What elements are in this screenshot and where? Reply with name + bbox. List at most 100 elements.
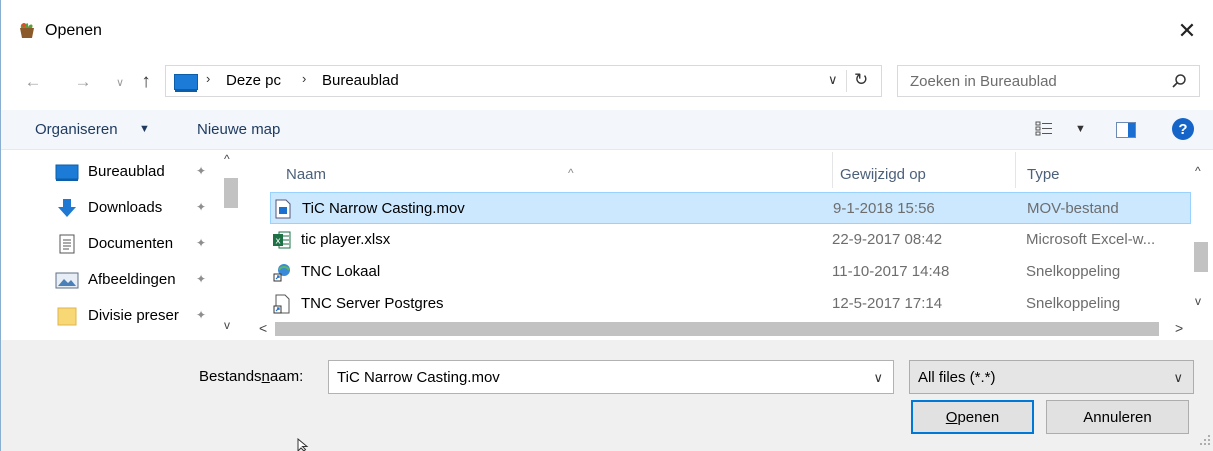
arrow-right-icon: → bbox=[74, 72, 92, 91]
column-label: Gewijzigd op bbox=[840, 166, 926, 183]
nav-scrollbar[interactable]: ^ v bbox=[221, 150, 241, 340]
search-icon[interactable] bbox=[1171, 73, 1187, 89]
chevron-down-icon[interactable]: ∨ bbox=[873, 370, 883, 386]
cancel-button[interactable]: Annuleren bbox=[1046, 400, 1189, 434]
window-title: Openen bbox=[45, 22, 102, 39]
file-type: MOV-bestand bbox=[1027, 200, 1119, 217]
file-date: 22-9-2017 08:42 bbox=[832, 231, 943, 248]
up-button[interactable]: ↑ bbox=[135, 70, 157, 94]
resize-grip-icon[interactable] bbox=[1199, 434, 1211, 446]
breadcrumb-separator-icon[interactable]: › bbox=[302, 71, 306, 86]
filename-label-access-key: n bbox=[261, 368, 270, 385]
organise-button[interactable]: Organiseren bbox=[35, 121, 118, 138]
file-type: Snelkoppeling bbox=[1026, 295, 1121, 312]
table-row[interactable]: TNC Lokaal 11-10-2017 14:48 Snelkoppelin… bbox=[270, 256, 1191, 288]
pin-icon: ✦ bbox=[196, 200, 207, 214]
file-name: TNC Server Postgres bbox=[301, 295, 444, 312]
pin-icon: ✦ bbox=[196, 236, 207, 250]
download-icon bbox=[58, 199, 76, 217]
scroll-down-icon[interactable]: v bbox=[224, 318, 230, 332]
title-bar: Openen ✕ bbox=[1, 0, 1213, 50]
app-icon bbox=[20, 23, 34, 38]
breadcrumb-this-pc[interactable]: Deze pc bbox=[226, 72, 281, 89]
nav-item-label: Downloads bbox=[88, 199, 163, 216]
refresh-icon[interactable]: ↻ bbox=[854, 70, 868, 90]
nav-item-label: Documenten bbox=[88, 235, 174, 252]
new-folder-button[interactable]: Nieuwe map bbox=[197, 121, 280, 138]
recent-locations-button[interactable]: ∨ bbox=[113, 70, 127, 94]
preview-pane-icon[interactable] bbox=[1116, 122, 1136, 138]
close-button[interactable]: ✕ bbox=[1169, 14, 1205, 48]
this-pc-icon bbox=[174, 74, 198, 92]
arrow-up-icon: ↑ bbox=[141, 71, 151, 92]
file-name: TNC Lokaal bbox=[301, 263, 381, 280]
nav-item-pictures[interactable]: Afbeeldingen ✦ bbox=[1, 264, 221, 296]
pictures-icon bbox=[55, 272, 79, 289]
caret-down-icon[interactable]: ▼ bbox=[139, 123, 150, 135]
file-list-horizontal-scrollbar[interactable]: < > bbox=[245, 318, 1191, 338]
column-header-name[interactable]: Naam ^ bbox=[270, 150, 832, 190]
nav-item-downloads[interactable]: Downloads ✦ bbox=[1, 192, 221, 224]
file-list: Naam ^ Gewijzigd op Type TiC Narrow Cast… bbox=[245, 150, 1213, 340]
column-header-type[interactable]: Type bbox=[1015, 150, 1190, 190]
column-header-modified[interactable]: Gewijzigd op bbox=[832, 150, 1015, 190]
pin-icon: ✦ bbox=[196, 164, 207, 178]
file-date: 12-5-2017 17:14 bbox=[832, 295, 943, 312]
open-button[interactable]: Openen bbox=[911, 400, 1034, 434]
scroll-right-icon[interactable]: > bbox=[1175, 320, 1183, 336]
filename-label: Bestandsnaam: bbox=[199, 368, 303, 385]
caret-down-icon[interactable]: ▼ bbox=[1075, 123, 1086, 135]
file-date: 11-10-2017 14:48 bbox=[832, 263, 950, 280]
forward-button[interactable]: → bbox=[73, 70, 93, 94]
folder-icon bbox=[57, 307, 77, 326]
scroll-thumb[interactable] bbox=[1194, 242, 1208, 272]
address-dropdown-icon[interactable]: ∨ bbox=[828, 72, 838, 88]
address-bar[interactable]: › Deze pc › Bureaublad ∨ ↻ bbox=[165, 65, 882, 97]
file-date: 9-1-2018 15:56 bbox=[833, 200, 935, 217]
file-list-vertical-scrollbar[interactable]: ^ v bbox=[1191, 150, 1211, 318]
scroll-thumb[interactable] bbox=[275, 322, 1159, 336]
arrow-left-icon: ← bbox=[24, 72, 42, 91]
navigation-row: ← → ∨ ↑ › Deze pc › Bureaublad ∨ ↻ Zoeke… bbox=[1, 62, 1213, 102]
svg-text:x: x bbox=[275, 237, 281, 247]
file-name: TiC Narrow Casting.mov bbox=[302, 200, 465, 217]
table-row[interactable]: x tic player.xlsx 22-9-2017 08:42 Micros… bbox=[270, 224, 1191, 256]
scroll-up-icon[interactable]: ^ bbox=[224, 152, 230, 166]
chevron-down-icon: ∨ bbox=[1173, 370, 1183, 385]
file-type-filter-select[interactable]: All files (*.*) ∨ bbox=[909, 360, 1194, 394]
scroll-thumb[interactable] bbox=[224, 178, 238, 208]
scroll-left-icon[interactable]: < bbox=[259, 320, 267, 336]
view-options-icon[interactable] bbox=[1035, 121, 1053, 137]
search-placeholder: Zoeken in Bureaublad bbox=[910, 73, 1057, 90]
help-icon[interactable]: ? bbox=[1172, 118, 1194, 140]
breadcrumb-separator-icon[interactable]: › bbox=[206, 71, 210, 86]
scroll-down-icon[interactable]: v bbox=[1195, 294, 1201, 308]
navigation-pane: Bureaublad ✦ Downloads ✦ Documenten ✦ Af… bbox=[1, 150, 243, 340]
file-type: Microsoft Excel-w... bbox=[1026, 231, 1156, 248]
toolbar: Organiseren ▼ Nieuwe map ▼ ? bbox=[1, 110, 1213, 150]
nav-item-label: Afbeeldingen bbox=[88, 271, 176, 288]
nav-item-documents[interactable]: Documenten ✦ bbox=[1, 228, 221, 260]
back-button[interactable]: ← bbox=[23, 70, 43, 94]
table-row[interactable]: TNC Server Postgres 12-5-2017 17:14 Snel… bbox=[270, 288, 1191, 320]
chevron-down-icon: ∨ bbox=[115, 76, 125, 89]
file-name: tic player.xlsx bbox=[301, 231, 391, 248]
excel-file-icon: x bbox=[273, 231, 291, 249]
column-label: Naam bbox=[286, 166, 327, 183]
open-file-dialog: Openen ✕ ← → ∨ ↑ › Deze pc › Bureaublad … bbox=[0, 0, 1213, 451]
nav-item-folder[interactable]: Divisie preser ✦ bbox=[1, 300, 221, 332]
search-input[interactable]: Zoeken in Bureaublad bbox=[897, 65, 1200, 97]
open-label: penen bbox=[957, 408, 1000, 426]
documents-icon bbox=[59, 234, 75, 254]
nav-item-desktop[interactable]: Bureaublad ✦ bbox=[1, 156, 221, 188]
close-icon: ✕ bbox=[1177, 18, 1197, 43]
breadcrumb-desktop[interactable]: Bureaublad bbox=[322, 72, 399, 89]
help-symbol: ? bbox=[1178, 120, 1188, 138]
filename-field[interactable]: TiC Narrow Casting.mov ∨ bbox=[328, 360, 894, 394]
video-file-icon bbox=[275, 199, 291, 219]
scroll-up-icon[interactable]: ^ bbox=[1195, 164, 1201, 178]
dialog-footer: Bestandsnaam: TiC Narrow Casting.mov ∨ A… bbox=[1, 340, 1213, 451]
table-row[interactable]: TiC Narrow Casting.mov 9-1-2018 15:56 MO… bbox=[270, 192, 1191, 224]
pin-icon: ✦ bbox=[196, 308, 207, 322]
sort-ascending-icon: ^ bbox=[568, 166, 574, 180]
